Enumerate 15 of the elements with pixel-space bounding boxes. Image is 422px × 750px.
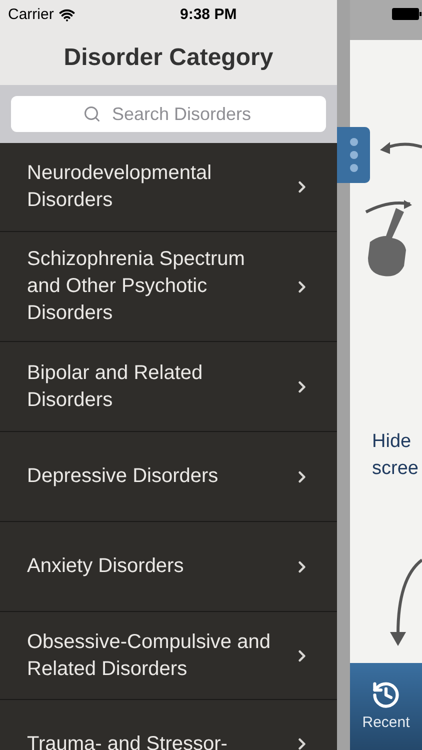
category-label: Anxiety Disorders [27, 554, 184, 579]
category-label: Neurodevelopmental Disorders [27, 161, 213, 213]
tab-label: Recent [362, 712, 410, 732]
tutorial-text: Hide [372, 430, 412, 454]
status-time: 9:38 PM [180, 4, 237, 25]
tutorial-text: scree [372, 457, 418, 481]
category-label: Trauma- and Stressor- [27, 732, 228, 750]
page-title: Disorder Category [64, 42, 274, 72]
category-label: Depressive Disorders [27, 464, 218, 489]
recent-tab[interactable]: Recent [350, 663, 422, 750]
category-label: Schizophrenia Spectrum and Other Psychotic Disorders [27, 247, 246, 326]
search-field[interactable]: Search Disorders [11, 96, 326, 132]
category-label: Bipolar and Related Disorders [27, 360, 204, 412]
category-label: Obsessive-Compulsive and Related Disorders [27, 630, 272, 682]
carrier-label: Carrier [8, 4, 54, 25]
